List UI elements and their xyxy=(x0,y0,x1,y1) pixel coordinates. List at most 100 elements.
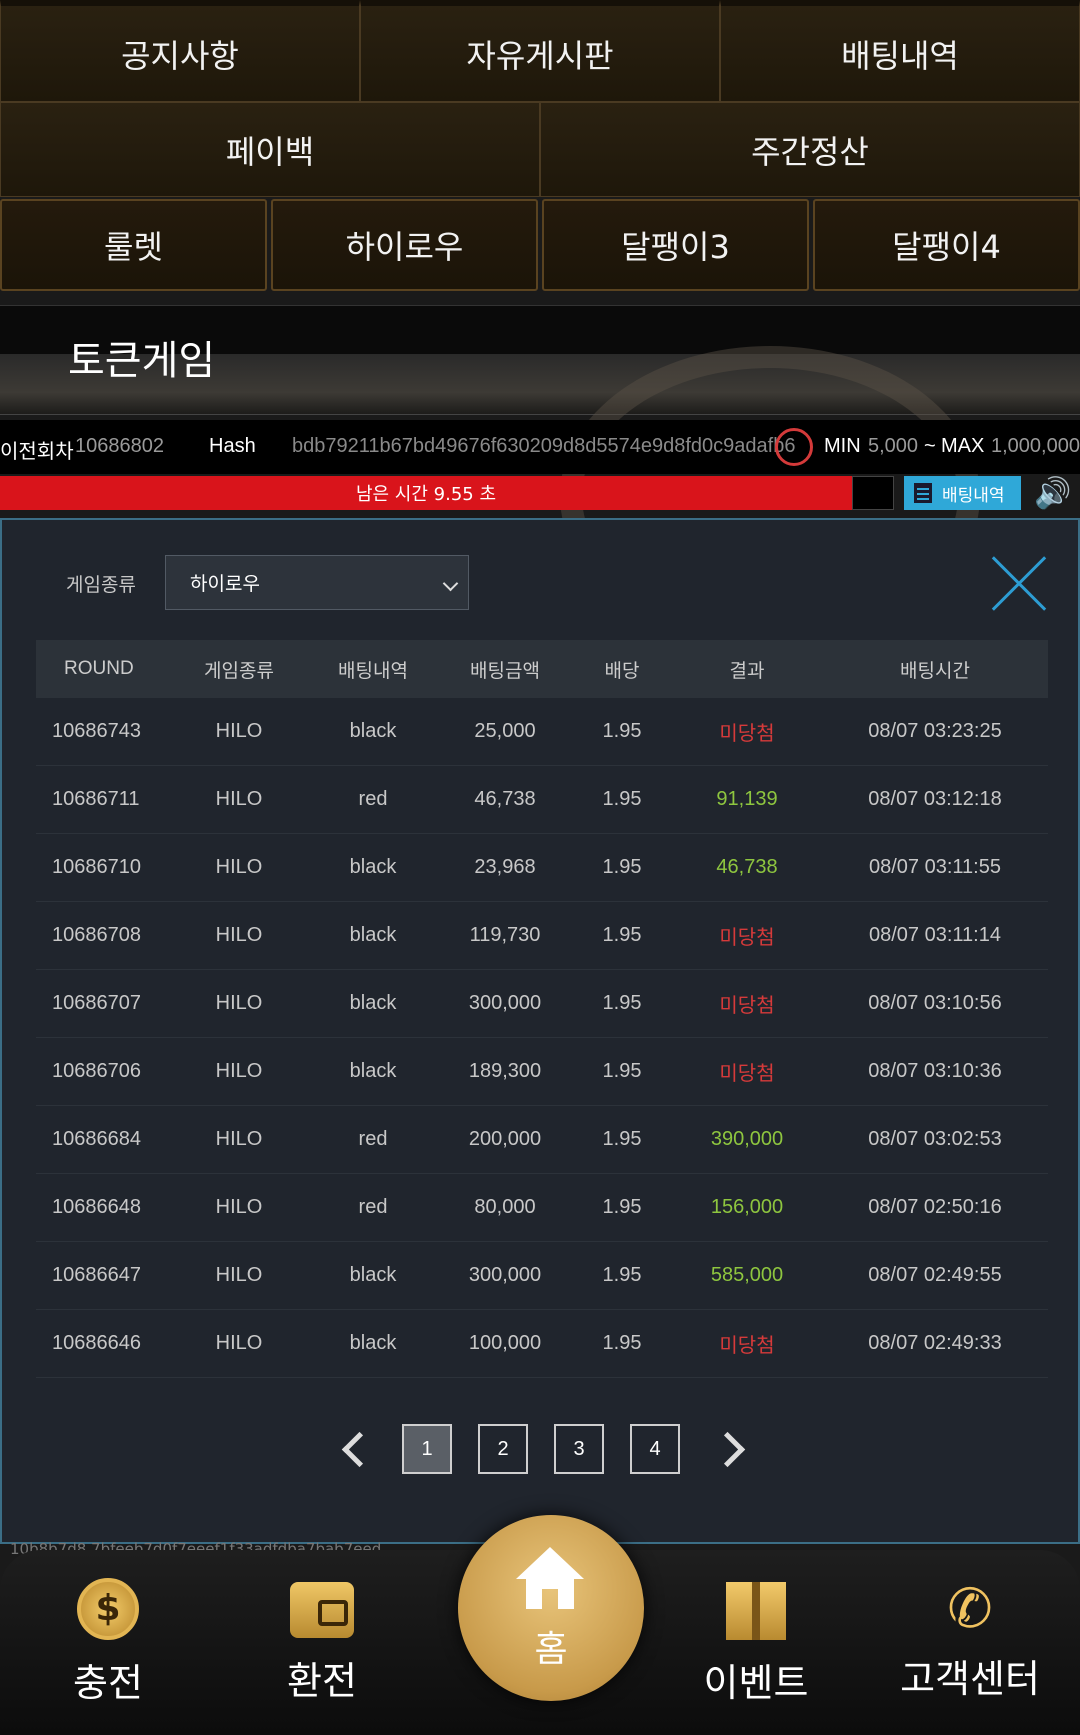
cell-time: 08/07 03:12:18 xyxy=(868,788,1002,810)
close-icon[interactable] xyxy=(990,555,1048,613)
cell-bet: black xyxy=(349,1264,397,1286)
alert-icon[interactable] xyxy=(775,428,813,466)
cell-game-type: HILO xyxy=(215,924,263,946)
cell-result: 미당첨 xyxy=(719,995,775,1017)
menu-row-3: 룰렛 하이로우 달팽이3 달팽이4 xyxy=(0,199,1080,291)
prev-round-value: 10686802 xyxy=(75,435,164,457)
menu-roulette[interactable]: 룰렛 xyxy=(0,199,267,291)
home-icon xyxy=(516,1547,584,1609)
cell-time: 08/07 02:49:33 xyxy=(868,1332,1002,1354)
table-row: 10686711 HILO red 46,738 1.95 91,139 08/07 03:… xyxy=(36,766,1048,834)
cell-bet: red xyxy=(358,788,388,810)
home-button[interactable]: 홈 xyxy=(458,1515,644,1701)
cell-amount: 119,730 xyxy=(469,924,541,946)
table-row: 10686646 HILO black 100,000 1.95 미당첨 08/07 02:… xyxy=(36,1310,1048,1378)
cell-odds: 1.95 xyxy=(602,1060,642,1082)
range-tilde: ~ xyxy=(924,435,936,457)
col-amount: 배팅금액 xyxy=(470,660,540,682)
game-type-select[interactable]: 하이로우 xyxy=(165,555,469,610)
page-button-2[interactable]: 2 xyxy=(478,1424,528,1474)
next-page-icon[interactable] xyxy=(715,1430,749,1464)
bet-history-table: ROUND 게임종류 배팅내역 배팅금액 배당 결과 배팅시간 10686743… xyxy=(36,640,1048,1378)
cell-time: 08/07 03:02:53 xyxy=(868,1128,1002,1150)
cell-game-type: HILO xyxy=(215,856,263,878)
cell-time: 08/07 03:23:25 xyxy=(868,720,1002,742)
min-label: MIN xyxy=(824,435,861,457)
cell-result: 46,738 xyxy=(716,856,778,878)
prev-round-label: 이전회차 xyxy=(0,441,74,463)
menu-weekly-settlement[interactable]: 주간정산 xyxy=(540,102,1080,197)
nav-event[interactable]: 이벤트 xyxy=(666,1578,846,1707)
cell-bet: black xyxy=(349,720,397,742)
wallet-icon xyxy=(290,1582,354,1638)
cell-round: 10686648 xyxy=(52,1196,141,1218)
nav-event-label: 이벤트 xyxy=(703,1661,809,1705)
bet-history-modal: 게임종류 하이로우 ROUND 게임종류 배팅내역 배팅금액 배당 결과 배팅시… xyxy=(0,518,1080,1544)
cell-bet: red xyxy=(358,1128,388,1150)
hash-label: Hash xyxy=(209,435,256,457)
nav-charge[interactable]: 충전 xyxy=(18,1578,198,1707)
nav-support-label: 고객센터 xyxy=(900,1657,1040,1701)
cell-result: 390,000 xyxy=(710,1128,784,1150)
nav-charge-label: 충전 xyxy=(73,1661,143,1705)
col-odds: 배당 xyxy=(604,660,640,682)
table-row: 10686684 HILO red 200,000 1.95 390,000 08/07 0… xyxy=(36,1106,1048,1174)
menu-hilo[interactable]: 하이로우 xyxy=(271,199,538,291)
table-row: 10686743 HILO black 25,000 1.95 미당첨 08/07 03:2… xyxy=(36,698,1048,766)
table-header: ROUND 게임종류 배팅내역 배팅금액 배당 결과 배팅시간 xyxy=(36,640,1048,698)
banner-title: 토큰게임 xyxy=(68,338,216,384)
game-type-label: 게임종류 xyxy=(66,574,136,596)
round-info-bar: 이전회차 10686802 Hash bdb79211b67bd49676f63… xyxy=(0,420,1080,474)
doc-icon xyxy=(914,483,932,503)
cell-result: 미당첨 xyxy=(719,1335,775,1357)
cell-bet: black xyxy=(349,992,397,1014)
cell-amount: 25,000 xyxy=(474,720,536,742)
cell-round: 10686706 xyxy=(52,1060,141,1082)
hash-value: bdb79211b67bd49676f630209d8d5574e9d8fd0c… xyxy=(292,435,796,457)
cell-amount: 200,000 xyxy=(468,1128,542,1150)
token-game-banner: 토큰게임 xyxy=(0,305,1080,646)
cell-round: 10686743 xyxy=(52,720,141,742)
cell-odds: 1.95 xyxy=(602,720,642,742)
cell-odds: 1.95 xyxy=(602,992,642,1014)
cell-odds: 1.95 xyxy=(602,1128,642,1150)
coin-icon xyxy=(77,1578,139,1640)
menu-notice[interactable]: 공지사항 xyxy=(0,0,360,102)
cell-amount: 46,738 xyxy=(474,788,536,810)
bet-history-button[interactable]: 배팅내역 xyxy=(904,476,1021,510)
cell-amount: 23,968 xyxy=(474,856,536,878)
col-bet: 배팅내역 xyxy=(338,660,408,682)
menu-bet-history[interactable]: 배팅내역 xyxy=(720,0,1080,102)
cell-round: 10686684 xyxy=(52,1128,141,1150)
phone-icon: ✆ xyxy=(947,1577,993,1640)
menu-free-board[interactable]: 자유게시판 xyxy=(360,0,720,102)
prev-page-icon[interactable] xyxy=(336,1430,370,1464)
table-row: 10686706 HILO black 189,300 1.95 미당첨 08/07 03:… xyxy=(36,1038,1048,1106)
menu-payback[interactable]: 페이백 xyxy=(0,102,540,197)
page-button-4[interactable]: 4 xyxy=(630,1424,680,1474)
cell-amount: 189,300 xyxy=(468,1060,542,1082)
cell-round: 10686711 xyxy=(52,788,140,810)
nav-support[interactable]: ✆ 고객센터 xyxy=(880,1578,1060,1703)
nav-exchange-label: 환전 xyxy=(287,1659,357,1703)
menu-snail4[interactable]: 달팽이4 xyxy=(813,199,1080,291)
menu-snail3[interactable]: 달팽이3 xyxy=(542,199,809,291)
bet-history-label: 배팅내역 xyxy=(942,485,1005,506)
max-label: MAX xyxy=(941,435,985,457)
cell-odds: 1.95 xyxy=(602,924,642,946)
speaker-icon[interactable]: 🔊 xyxy=(1033,476,1073,511)
cell-round: 10686707 xyxy=(52,992,141,1014)
page-button-3[interactable]: 3 xyxy=(554,1424,604,1474)
cell-time: 08/07 03:10:56 xyxy=(868,992,1002,1014)
cell-game-type: HILO xyxy=(215,788,263,810)
cell-round: 10686710 xyxy=(52,856,141,878)
page-button-1[interactable]: 1 xyxy=(402,1424,452,1474)
cell-odds: 1.95 xyxy=(602,856,642,878)
nav-exchange[interactable]: 환전 xyxy=(232,1578,412,1705)
cell-bet: red xyxy=(358,1196,388,1218)
cell-result: 미당첨 xyxy=(719,723,775,745)
cell-game-type: HILO xyxy=(215,1128,263,1150)
cell-time: 08/07 03:10:36 xyxy=(868,1060,1002,1082)
menu-row-2: 페이백 주간정산 xyxy=(0,102,1080,197)
cell-bet: black xyxy=(349,1332,397,1354)
